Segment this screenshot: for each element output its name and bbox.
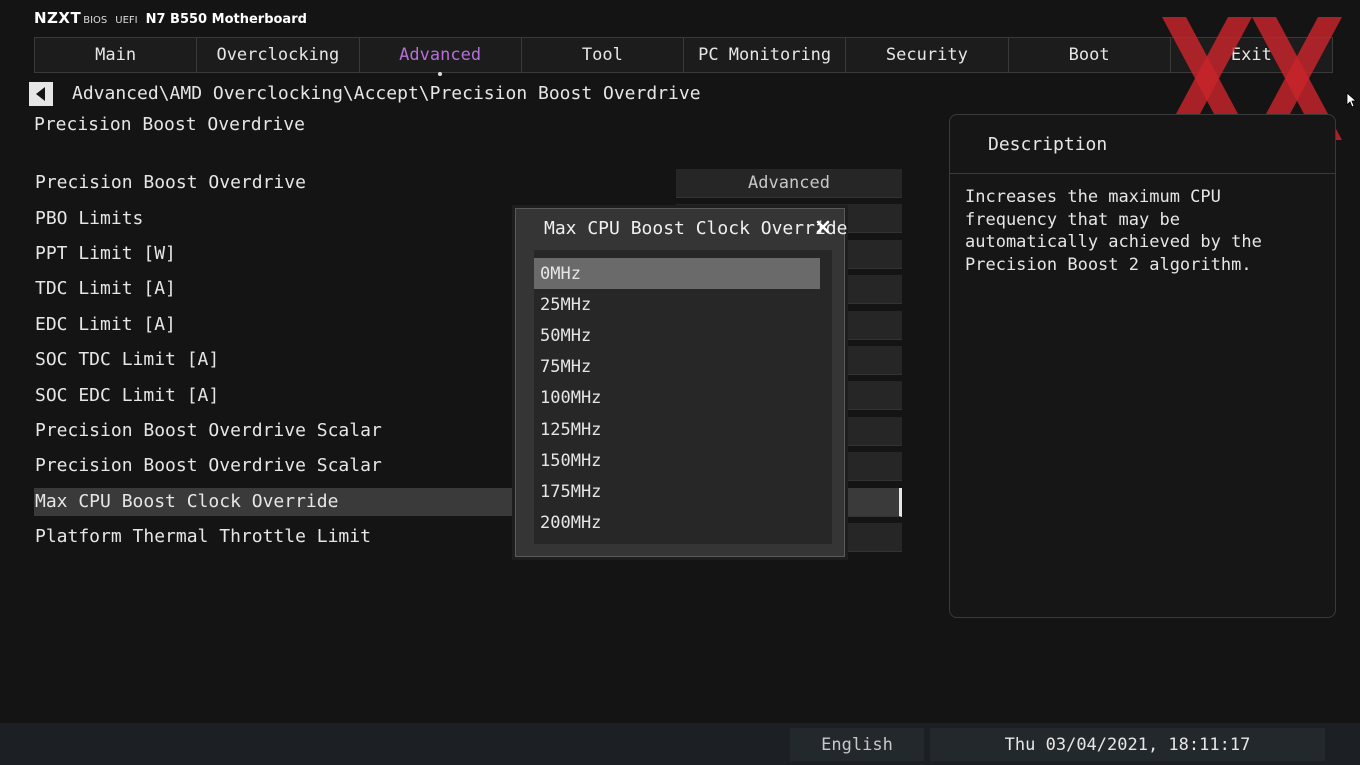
popup-option-list: 0MHz 25MHz 50MHz 75MHz 100MHz 125MHz 150… bbox=[534, 250, 832, 544]
mouse-cursor-icon bbox=[1346, 92, 1356, 108]
motherboard-model: N7 B550 Motherboard bbox=[145, 12, 307, 27]
option-100mhz[interactable]: 100MHz bbox=[534, 383, 832, 414]
setting-label: PBO Limits bbox=[35, 207, 144, 229]
tab-boot[interactable]: Boot bbox=[1007, 37, 1171, 73]
uefi-label: UEFI bbox=[115, 15, 138, 26]
tab-exit[interactable]: Exit bbox=[1169, 37, 1333, 73]
tab-pc-monitoring[interactable]: PC Monitoring bbox=[683, 37, 847, 73]
setting-label: Precision Boost Overdrive Scalar bbox=[35, 419, 382, 441]
close-button[interactable] bbox=[812, 216, 834, 238]
setting-label: PPT Limit [W] bbox=[35, 242, 176, 264]
description-text: Increases the maximum CPU frequency that… bbox=[965, 187, 1262, 275]
tab-advanced[interactable]: Advanced bbox=[358, 37, 522, 76]
option-popup: Max CPU Boost Clock Override 0MHz 25MHz … bbox=[515, 208, 848, 557]
option-25mhz[interactable]: 25MHz bbox=[534, 289, 832, 320]
option-50mhz[interactable]: 50MHz bbox=[534, 320, 832, 351]
brand-header: NZXT BIOS UEFI N7 B550 Motherboard bbox=[34, 9, 307, 29]
main-tabs: Main Overclocking Advanced Tool PC Monit… bbox=[34, 37, 1333, 76]
page-title: Precision Boost Overdrive bbox=[34, 114, 305, 135]
bios-label: BIOS bbox=[83, 15, 108, 26]
option-175mhz[interactable]: 175MHz bbox=[534, 476, 832, 507]
setting-label: Max CPU Boost Clock Override bbox=[35, 490, 339, 512]
setting-label: SOC TDC Limit [A] bbox=[35, 349, 220, 371]
option-75mhz[interactable]: 75MHz bbox=[534, 352, 832, 383]
setting-row-precision-boost-overdrive[interactable]: Precision Boost Overdrive Advanced bbox=[34, 165, 902, 200]
close-icon bbox=[816, 220, 830, 234]
popup-title: Max CPU Boost Clock Override bbox=[544, 218, 848, 239]
description-panel: Description Increases the maximum CPU fr… bbox=[949, 114, 1336, 618]
description-title: Description bbox=[950, 115, 1335, 174]
setting-value[interactable]: Advanced bbox=[676, 169, 902, 198]
setting-label: Precision Boost Overdrive bbox=[35, 172, 306, 194]
tab-main[interactable]: Main bbox=[34, 37, 198, 73]
bios-screen: NZXT BIOS UEFI N7 B550 Motherboard Main … bbox=[0, 0, 1360, 765]
option-200mhz[interactable]: 200MHz bbox=[534, 508, 832, 539]
back-arrow-icon bbox=[35, 87, 45, 101]
option-0mhz[interactable]: 0MHz bbox=[534, 258, 820, 290]
setting-label: EDC Limit [A] bbox=[35, 313, 176, 335]
setting-label: SOC EDC Limit [A] bbox=[35, 384, 220, 406]
datetime-display: Thu 03/04/2021, 18:11:17 bbox=[930, 728, 1325, 761]
tab-tool[interactable]: Tool bbox=[520, 37, 684, 73]
language-selector[interactable]: English bbox=[790, 728, 924, 761]
option-150mhz[interactable]: 150MHz bbox=[534, 445, 832, 476]
back-button[interactable] bbox=[29, 82, 53, 106]
breadcrumb: Advanced\AMD Overclocking\Accept\Precisi… bbox=[72, 83, 701, 104]
setting-label: Platform Thermal Throttle Limit bbox=[35, 526, 371, 548]
option-125mhz[interactable]: 125MHz bbox=[534, 414, 832, 445]
setting-label: TDC Limit [A] bbox=[35, 278, 176, 300]
nzxt-logo: NZXT bbox=[34, 9, 82, 27]
tab-overclocking[interactable]: Overclocking bbox=[196, 37, 360, 73]
tab-security[interactable]: Security bbox=[845, 37, 1009, 73]
setting-label: Precision Boost Overdrive Scalar bbox=[35, 455, 382, 477]
